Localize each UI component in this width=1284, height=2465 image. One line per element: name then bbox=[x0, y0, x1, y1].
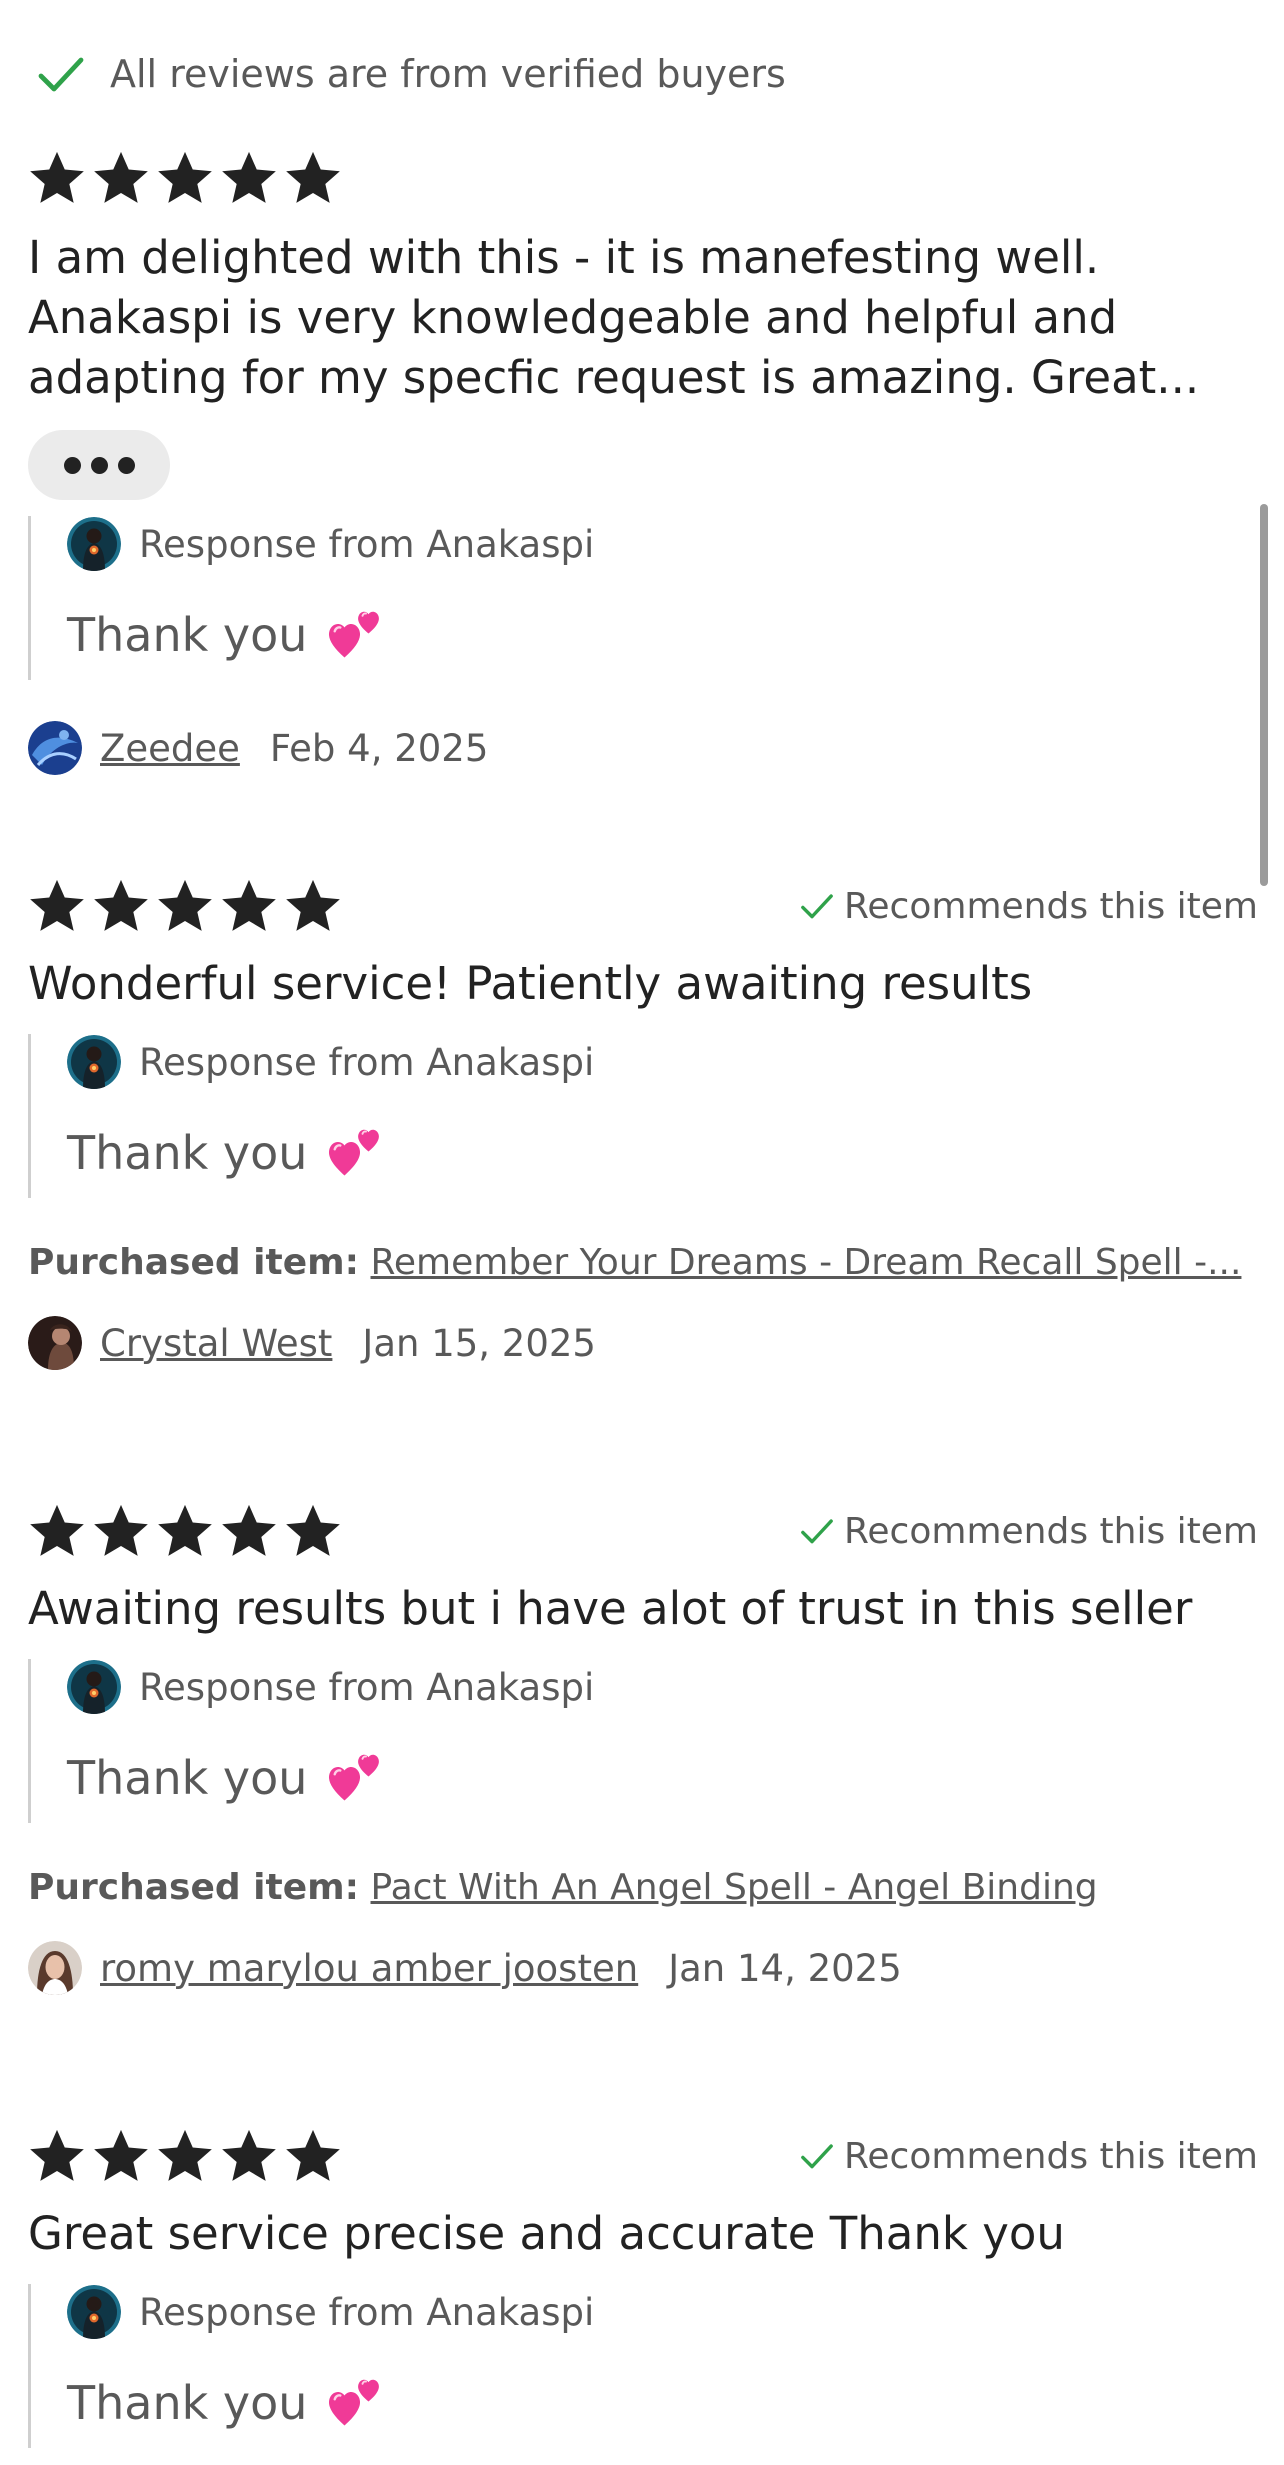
seller-response: Response from Anakaspi Thank you bbox=[28, 1659, 1258, 1823]
recommends-text: Recommends this item bbox=[844, 885, 1258, 927]
review-text: I am delighted with this - it is manefes… bbox=[28, 231, 1200, 404]
seller-response: Response from Anakaspi Thank you bbox=[28, 2284, 1258, 2448]
star-icon bbox=[28, 877, 86, 935]
star-icon bbox=[220, 1502, 278, 1560]
purchased-item-row: Purchased item: Pact With An Angel Spell… bbox=[28, 1867, 1258, 1908]
purchased-item-link[interactable]: Remember Your Dreams - Dream Recall Spel… bbox=[371, 1242, 1242, 1283]
recommends-badge: Recommends this item bbox=[800, 2130, 1258, 2182]
star-icon bbox=[284, 2127, 342, 2185]
check-icon bbox=[800, 2141, 834, 2171]
review-date: Feb 4, 2025 bbox=[269, 726, 489, 770]
seller-avatar bbox=[67, 1660, 121, 1714]
two-hearts-icon bbox=[325, 1749, 385, 1807]
reviewer-byline: Zeedee Feb 4, 2025 bbox=[28, 718, 1258, 778]
seller-avatar bbox=[67, 2285, 121, 2339]
seller-avatar bbox=[67, 517, 121, 571]
review-item: Recommends this item Great service preci… bbox=[28, 2126, 1258, 2448]
review-text: Awaiting results but i have alot of trus… bbox=[28, 1582, 1193, 1635]
response-title: Response from Anakaspi bbox=[139, 1040, 595, 1084]
response-text: Thank you bbox=[67, 2376, 308, 2430]
review-date: Jan 14, 2025 bbox=[668, 1946, 902, 1990]
star-icon bbox=[92, 1502, 150, 1560]
review-date: Jan 15, 2025 bbox=[362, 1321, 596, 1365]
star-icon bbox=[28, 2127, 86, 2185]
star-icon bbox=[156, 877, 214, 935]
purchased-item-label: Purchased item: bbox=[28, 1867, 360, 1908]
review-text: Great service precise and accurate Thank… bbox=[28, 2207, 1065, 2260]
response-text: Thank you bbox=[67, 1126, 308, 1180]
reviewer-avatar[interactable] bbox=[28, 1941, 82, 1995]
seller-avatar bbox=[67, 1035, 121, 1089]
response-title: Response from Anakaspi bbox=[139, 522, 595, 566]
seller-response: Response from Anakaspi Thank you bbox=[28, 1034, 1258, 1198]
more-dot-icon bbox=[90, 456, 108, 474]
seller-response: Response from Anakaspi Thank you bbox=[28, 516, 1258, 680]
star-rating bbox=[28, 148, 1258, 208]
star-icon bbox=[92, 149, 150, 207]
two-hearts-icon bbox=[325, 606, 385, 664]
review-item: I am delighted with this - it is manefes… bbox=[28, 148, 1258, 778]
purchased-item-row: Purchased item: Remember Your Dreams - D… bbox=[28, 1242, 1258, 1283]
expand-review-button[interactable] bbox=[28, 430, 170, 500]
recommends-text: Recommends this item bbox=[844, 1510, 1258, 1552]
star-icon bbox=[156, 149, 214, 207]
star-icon bbox=[284, 1502, 342, 1560]
response-title: Response from Anakaspi bbox=[139, 1665, 595, 1709]
response-text: Thank you bbox=[67, 1751, 308, 1805]
star-icon bbox=[284, 149, 342, 207]
response-title: Response from Anakaspi bbox=[139, 2290, 595, 2334]
recommends-text: Recommends this item bbox=[844, 2135, 1258, 2177]
response-text: Thank you bbox=[67, 608, 308, 662]
review-text: Wonderful service! Patiently awaiting re… bbox=[28, 957, 1033, 1010]
reviewer-name-link[interactable]: Crystal West bbox=[100, 1322, 332, 1365]
two-hearts-icon bbox=[325, 2374, 385, 2432]
review-item: Recommends this item Awaiting results bu… bbox=[28, 1501, 1258, 1998]
recommends-badge: Recommends this item bbox=[800, 880, 1258, 932]
star-icon bbox=[92, 877, 150, 935]
star-icon bbox=[220, 149, 278, 207]
verified-buyers-banner: All reviews are from verified buyers bbox=[36, 44, 786, 104]
scrollbar-thumb[interactable] bbox=[1260, 504, 1268, 886]
check-icon bbox=[800, 1516, 834, 1546]
star-icon bbox=[28, 1502, 86, 1560]
reviewer-avatar[interactable] bbox=[28, 721, 82, 775]
check-icon bbox=[800, 891, 834, 921]
recommends-badge: Recommends this item bbox=[800, 1505, 1258, 1557]
reviewer-avatar[interactable] bbox=[28, 1316, 82, 1370]
purchased-item-label: Purchased item: bbox=[28, 1242, 360, 1283]
reviewer-name-link[interactable]: romy marylou amber joosten bbox=[100, 1947, 638, 1990]
purchased-item-link[interactable]: Pact With An Angel Spell - Angel Binding bbox=[371, 1867, 1098, 1908]
star-icon bbox=[156, 2127, 214, 2185]
reviewer-name-link[interactable]: Zeedee bbox=[100, 727, 240, 770]
more-dot-icon bbox=[63, 456, 81, 474]
reviewer-byline: romy marylou amber joosten Jan 14, 2025 bbox=[28, 1938, 1258, 1998]
reviewer-byline: Crystal West Jan 15, 2025 bbox=[28, 1313, 1258, 1373]
star-icon bbox=[92, 2127, 150, 2185]
review-item: Recommends this item Wonderful service! … bbox=[28, 876, 1258, 1373]
star-icon bbox=[220, 877, 278, 935]
check-icon bbox=[36, 54, 86, 94]
star-icon bbox=[284, 877, 342, 935]
star-icon bbox=[28, 149, 86, 207]
two-hearts-icon bbox=[325, 1124, 385, 1182]
star-icon bbox=[220, 2127, 278, 2185]
verified-buyers-text: All reviews are from verified buyers bbox=[110, 52, 786, 96]
star-icon bbox=[156, 1502, 214, 1560]
more-dot-icon bbox=[117, 456, 135, 474]
